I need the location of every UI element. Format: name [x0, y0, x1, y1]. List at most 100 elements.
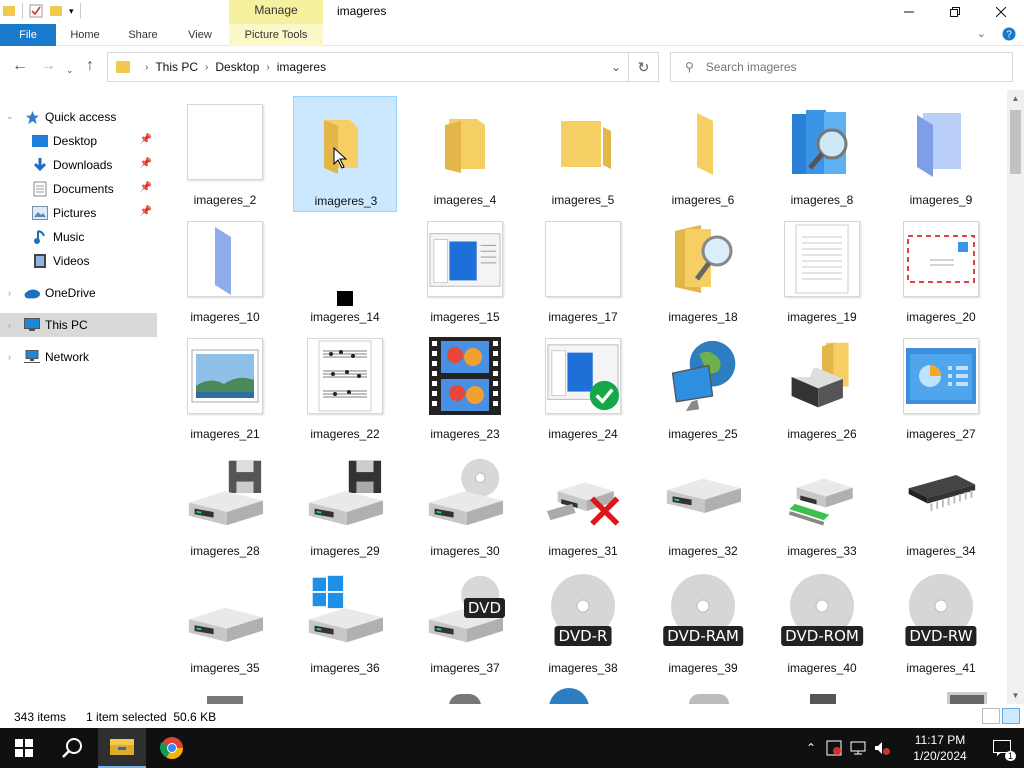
vertical-scrollbar[interactable]: ▲ ▼	[1007, 90, 1024, 704]
file-tile[interactable]: imageres_29	[293, 447, 397, 563]
file-tile[interactable]: imageres_18	[651, 213, 755, 329]
file-tile[interactable]: imageres_25	[651, 330, 755, 446]
chevron-right-icon[interactable]: ›	[205, 62, 208, 73]
file-tile[interactable]: imageres_4	[413, 96, 517, 212]
search-button[interactable]	[48, 728, 96, 768]
chevron-down-icon[interactable]: ⌄	[977, 27, 986, 41]
network-status-icon[interactable]	[850, 740, 866, 756]
file-tile[interactable]: imageres_24	[531, 330, 635, 446]
show-hidden-icons-chevron-icon[interactable]: ⌃	[806, 741, 816, 755]
file-tile[interactable]: DVD-RW imageres_41	[889, 564, 993, 680]
file-tile[interactable]: imageres_9	[889, 96, 993, 212]
address-dropdown-icon[interactable]: ⌄	[611, 60, 621, 74]
chevron-right-icon[interactable]: ›	[145, 62, 148, 73]
file-tile[interactable]: imageres_5	[531, 96, 635, 212]
clock[interactable]: 11:17 PM 1/20/2024	[900, 732, 980, 764]
file-tile[interactable]	[531, 680, 635, 704]
taskbar-file-explorer[interactable]	[98, 728, 146, 768]
file-tile[interactable]: imageres_27	[889, 330, 993, 446]
file-tile[interactable]: imageres_35	[173, 564, 277, 680]
file-tile[interactable]: imageres_14	[293, 213, 397, 329]
file-tile[interactable]	[770, 680, 874, 704]
security-icon[interactable]	[826, 740, 842, 756]
search-box[interactable]: ⚲	[670, 52, 1013, 82]
pin-icon[interactable]: 📌	[140, 158, 152, 169]
tab-picture-tools[interactable]: Picture Tools	[229, 24, 323, 46]
new-folder-icon[interactable]	[49, 4, 63, 18]
sidebar-item-documents[interactable]: Documents 📌	[0, 177, 157, 201]
tab-view[interactable]: View	[174, 24, 226, 46]
sidebar-item-desktop[interactable]: Desktop 📌	[0, 129, 157, 153]
file-tile[interactable]: imageres_10	[173, 213, 277, 329]
pin-icon[interactable]: 📌	[140, 206, 152, 217]
file-tile[interactable]: imageres_36	[293, 564, 397, 680]
properties-icon[interactable]	[29, 4, 43, 18]
file-tile[interactable]	[651, 680, 755, 704]
file-tile[interactable]	[173, 680, 277, 704]
file-tile[interactable]: imageres_23	[413, 330, 517, 446]
file-tile[interactable]: imageres_22	[293, 330, 397, 446]
breadcrumb-desktop[interactable]: Desktop	[215, 60, 259, 74]
help-icon[interactable]: ?	[1002, 27, 1016, 41]
taskbar-chrome[interactable]	[148, 728, 196, 768]
tab-home[interactable]: Home	[58, 24, 112, 46]
file-tile[interactable]: imageres_26	[770, 330, 874, 446]
file-tile[interactable]: imageres_32	[651, 447, 755, 563]
file-tile[interactable]: imageres_30	[413, 447, 517, 563]
start-button[interactable]	[0, 728, 48, 768]
sidebar-item-videos[interactable]: Videos	[0, 249, 157, 273]
address-bar[interactable]: › This PC › Desktop › imageres ⌄ ↻	[107, 52, 659, 82]
file-tile[interactable]	[413, 680, 517, 704]
sidebar-item-music[interactable]: Music	[0, 225, 157, 249]
file-tile[interactable]: imageres_33	[770, 447, 874, 563]
refresh-button[interactable]: ↻	[628, 53, 658, 81]
scrollbar-thumb[interactable]	[1010, 110, 1021, 174]
sidebar-item-network[interactable]: Network	[0, 345, 157, 369]
close-button[interactable]	[978, 0, 1024, 24]
file-tile[interactable]: DVD-R imageres_38	[531, 564, 635, 680]
file-tile[interactable]: imageres_2	[173, 96, 277, 212]
sidebar-item-this-pc[interactable]: › This PC	[0, 313, 157, 337]
recent-locations-chevron-icon[interactable]: ⌄	[66, 62, 74, 78]
expand-chevron-icon[interactable]: ›	[8, 320, 11, 330]
chevron-down-icon[interactable]: ▾	[69, 6, 74, 17]
breadcrumb-imageres[interactable]: imageres	[277, 60, 326, 74]
file-tile[interactable]: imageres_20	[889, 213, 993, 329]
file-tile[interactable]: DVD-RAM imageres_39	[651, 564, 755, 680]
sidebar-item-downloads[interactable]: Downloads 📌	[0, 153, 157, 177]
minimize-button[interactable]	[886, 0, 932, 24]
file-tile[interactable]: imageres_31	[531, 447, 635, 563]
maximize-button[interactable]	[932, 0, 978, 24]
file-tile[interactable]: imageres_15	[413, 213, 517, 329]
large-icons-view-icon[interactable]	[1002, 708, 1020, 724]
tab-file[interactable]: File	[0, 24, 56, 46]
file-tile[interactable]: imageres_21	[173, 330, 277, 446]
sidebar-item-pictures[interactable]: Pictures 📌	[0, 201, 157, 225]
up-arrow-icon[interactable]: ↑	[86, 58, 94, 74]
volume-muted-icon[interactable]	[874, 740, 890, 756]
file-tile[interactable]: imageres_6	[651, 96, 755, 212]
file-tile-selected[interactable]: imageres_3	[293, 96, 397, 212]
file-tile[interactable]: DVD imageres_37	[413, 564, 517, 680]
tab-share[interactable]: Share	[116, 24, 170, 46]
sidebar-item-onedrive[interactable]: OneDrive	[0, 281, 157, 305]
chevron-right-icon[interactable]: ›	[266, 62, 269, 73]
pin-icon[interactable]: 📌	[140, 182, 152, 193]
breadcrumb-this-pc[interactable]: This PC	[155, 60, 198, 74]
scroll-down-arrow-icon[interactable]: ▼	[1007, 687, 1024, 704]
forward-arrow-icon[interactable]: →	[40, 58, 56, 74]
file-tile[interactable]: imageres_8	[770, 96, 874, 212]
file-tile[interactable]	[889, 680, 993, 704]
sidebar-item-quick-access[interactable]: Quick access	[0, 105, 157, 129]
details-view-icon[interactable]	[982, 708, 1000, 724]
search-input[interactable]	[705, 60, 986, 74]
scroll-up-arrow-icon[interactable]: ▲	[1007, 90, 1024, 107]
file-tile[interactable]: imageres_34	[889, 447, 993, 563]
back-arrow-icon[interactable]: ←	[12, 58, 28, 74]
notification-center-button[interactable]: 1	[980, 728, 1024, 768]
file-tile[interactable]: imageres_19	[770, 213, 874, 329]
file-tile[interactable]: imageres_17	[531, 213, 635, 329]
file-tile[interactable]: DVD-ROM imageres_40	[770, 564, 874, 680]
file-tile[interactable]: imageres_28	[173, 447, 277, 563]
pin-icon[interactable]: 📌	[140, 134, 152, 145]
